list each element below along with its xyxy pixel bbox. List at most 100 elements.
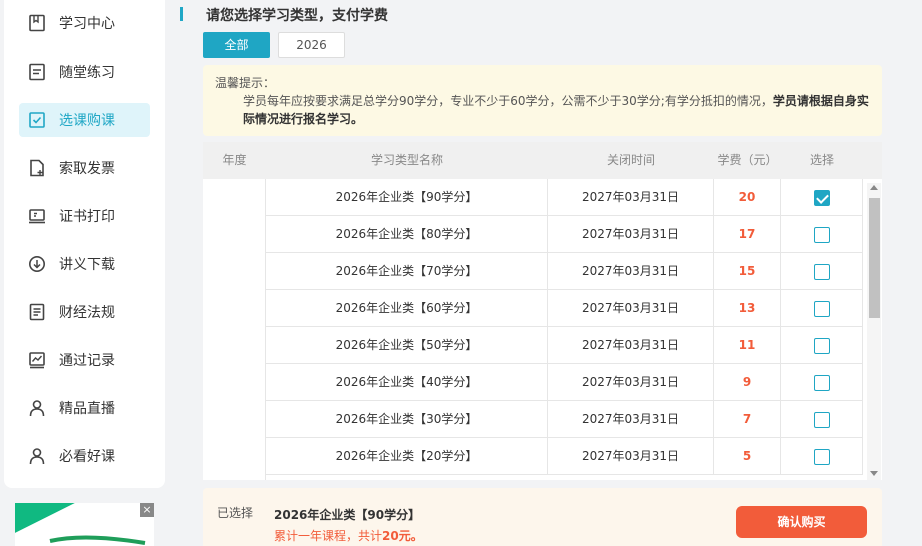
invoice-icon [25,156,49,180]
select-checkbox[interactable] [813,300,830,317]
select-checkbox[interactable] [813,189,830,206]
scroll-thumb[interactable] [869,198,880,318]
sidebar-item-label: 随堂练习 [59,65,115,81]
sidebar-item-learning-center[interactable]: 学习中心 [19,6,150,40]
notebook-icon [25,60,49,84]
notice-box: 温馨提示： 学员每年应按要求满足总学分90学分，专业不少于60学分，公需不少于3… [203,65,882,136]
ad-close-button[interactable]: × [140,503,154,517]
table-row: 2026年企业类【40学分】 2027年03月31日 9 [266,364,863,401]
course-fee: 5 [714,438,781,475]
year-cell [203,179,266,480]
select-cell[interactable] [781,253,863,290]
header-name: 学习类型名称 [370,153,443,167]
course-name: 2026年企业类【80学分】 [266,216,548,253]
select-cell[interactable] [781,216,863,253]
scroll-up-icon[interactable] [870,185,878,190]
table-row: 2026年企业类【20学分】 2027年03月31日 5 [266,438,863,475]
sidebar-item-download[interactable]: 讲义下载 [19,247,150,281]
select-checkbox[interactable] [813,448,830,465]
course-name: 2026年企业类【30学分】 [266,401,548,438]
sidebar-item-live[interactable]: 精品直播 [19,391,150,425]
select-cell[interactable] [781,179,863,216]
total-amount: 20元。 [382,529,423,543]
close-date: 2027年03月31日 [548,438,714,475]
title-accent-bar [180,7,183,21]
certificate-icon [25,204,49,228]
user-icon [25,396,49,420]
course-name: 2026年企业类【70学分】 [266,253,548,290]
select-checkbox[interactable] [813,263,830,280]
table-row: 2026年企业类【70学分】 2027年03月31日 15 [266,253,863,290]
table-scrollbar[interactable] [867,183,881,480]
table-row: 2026年企业类【90学分】 2027年03月31日 20 [266,179,863,216]
selected-label: 已选择 [217,506,254,520]
table-header: 年度 学习类型名称 关闭时间 学费（元） 选择 [203,142,882,179]
table-row: 2026年企业类【50学分】 2027年03月31日 11 [266,327,863,364]
close-date: 2027年03月31日 [548,327,714,364]
select-checkbox[interactable] [813,337,830,354]
sidebar-item-invoice[interactable]: 索取发票 [19,151,150,185]
select-checkbox[interactable] [813,374,830,391]
table-body: 2026年企业类【90学分】 2027年03月31日 20 2026年企业类【80学分… [266,179,863,475]
table-row: 2026年企业类【30学分】 2027年03月31日 7 [266,401,863,438]
header-year: 年度 [222,153,247,167]
user-icon [25,444,49,468]
confirm-purchase-button[interactable]: 确认购买 [736,506,867,538]
sidebar-item-label: 讲义下载 [59,257,115,273]
sidebar-item-certificate[interactable]: 证书打印 [19,199,150,233]
tab-2026[interactable]: 2026 [278,32,345,58]
bookmark-icon [25,11,49,35]
select-checkbox[interactable] [813,411,830,428]
sidebar-item-records[interactable]: 通过记录 [19,343,150,377]
header-fee: 学费（元） [717,153,778,167]
notice-heading: 温馨提示： [215,76,276,90]
close-date: 2027年03月31日 [548,364,714,401]
course-name: 2026年企业类【50学分】 [266,327,548,364]
download-icon [25,252,49,276]
sidebar-item-label: 选课购课 [59,113,115,129]
sidebar-item-practice[interactable]: 随堂练习 [19,55,150,89]
close-date: 2027年03月31日 [548,401,714,438]
course-fee: 7 [714,401,781,438]
course-name: 2026年企业类【20学分】 [266,438,548,475]
scroll-down-icon[interactable] [870,471,878,476]
close-date: 2027年03月31日 [548,290,714,327]
sidebar-item-label: 必看好课 [59,449,115,465]
sidebar-item-label: 财经法规 [59,305,115,321]
course-name: 2026年企业类【60学分】 [266,290,548,327]
course-fee: 20 [714,179,781,216]
sidebar-item-label: 学习中心 [59,16,115,32]
sidebar-item-label: 索取发票 [59,161,115,177]
course-fee: 11 [714,327,781,364]
main-content: 请您选择学习类型，支付学费 全部 2026 温馨提示： 学员每年应按要求满足总学… [180,0,922,546]
notice-text: 学员每年应按要求满足总学分90学分，专业不少于60学分，公需不少于30学分;有学… [243,94,773,108]
tab-all[interactable]: 全部 [203,32,270,58]
document-icon [25,300,49,324]
select-cell[interactable] [781,364,863,401]
ad-image [15,503,146,545]
ad-banner[interactable]: × [15,503,154,546]
table-row: 2026年企业类【60学分】 2027年03月31日 13 [266,290,863,327]
select-cell[interactable] [781,401,863,438]
chart-icon [25,348,49,372]
sidebar-item-regulations[interactable]: 财经法规 [19,295,150,329]
close-date: 2027年03月31日 [548,179,714,216]
select-cell[interactable] [781,438,863,475]
sidebar-item-label: 通过记录 [59,353,115,369]
total-text: 累计一年课程，共计20元。 [274,527,423,544]
total-prefix: 累计一年课程，共计 [274,529,383,543]
sidebar-item-recommended[interactable]: 必看好课 [19,439,150,473]
course-fee: 13 [714,290,781,327]
page-title: 请您选择学习类型，支付学费 [206,8,388,24]
close-date: 2027年03月31日 [548,216,714,253]
table-row: 2026年企业类【80学分】 2027年03月31日 17 [266,216,863,253]
select-cell[interactable] [781,327,863,364]
select-cell[interactable] [781,290,863,327]
sidebar-item-label: 精品直播 [59,401,115,417]
header-close-date: 关闭时间 [606,153,655,167]
select-checkbox[interactable] [813,226,830,243]
sidebar-item-label: 证书打印 [59,209,115,225]
notice-body: 学员每年应按要求满足总学分90学分，专业不少于60学分，公需不少于30学分;有学… [215,92,870,128]
sidebar-item-course-purchase[interactable]: 选课购课 [19,103,150,137]
course-name: 2026年企业类【90学分】 [266,179,548,216]
